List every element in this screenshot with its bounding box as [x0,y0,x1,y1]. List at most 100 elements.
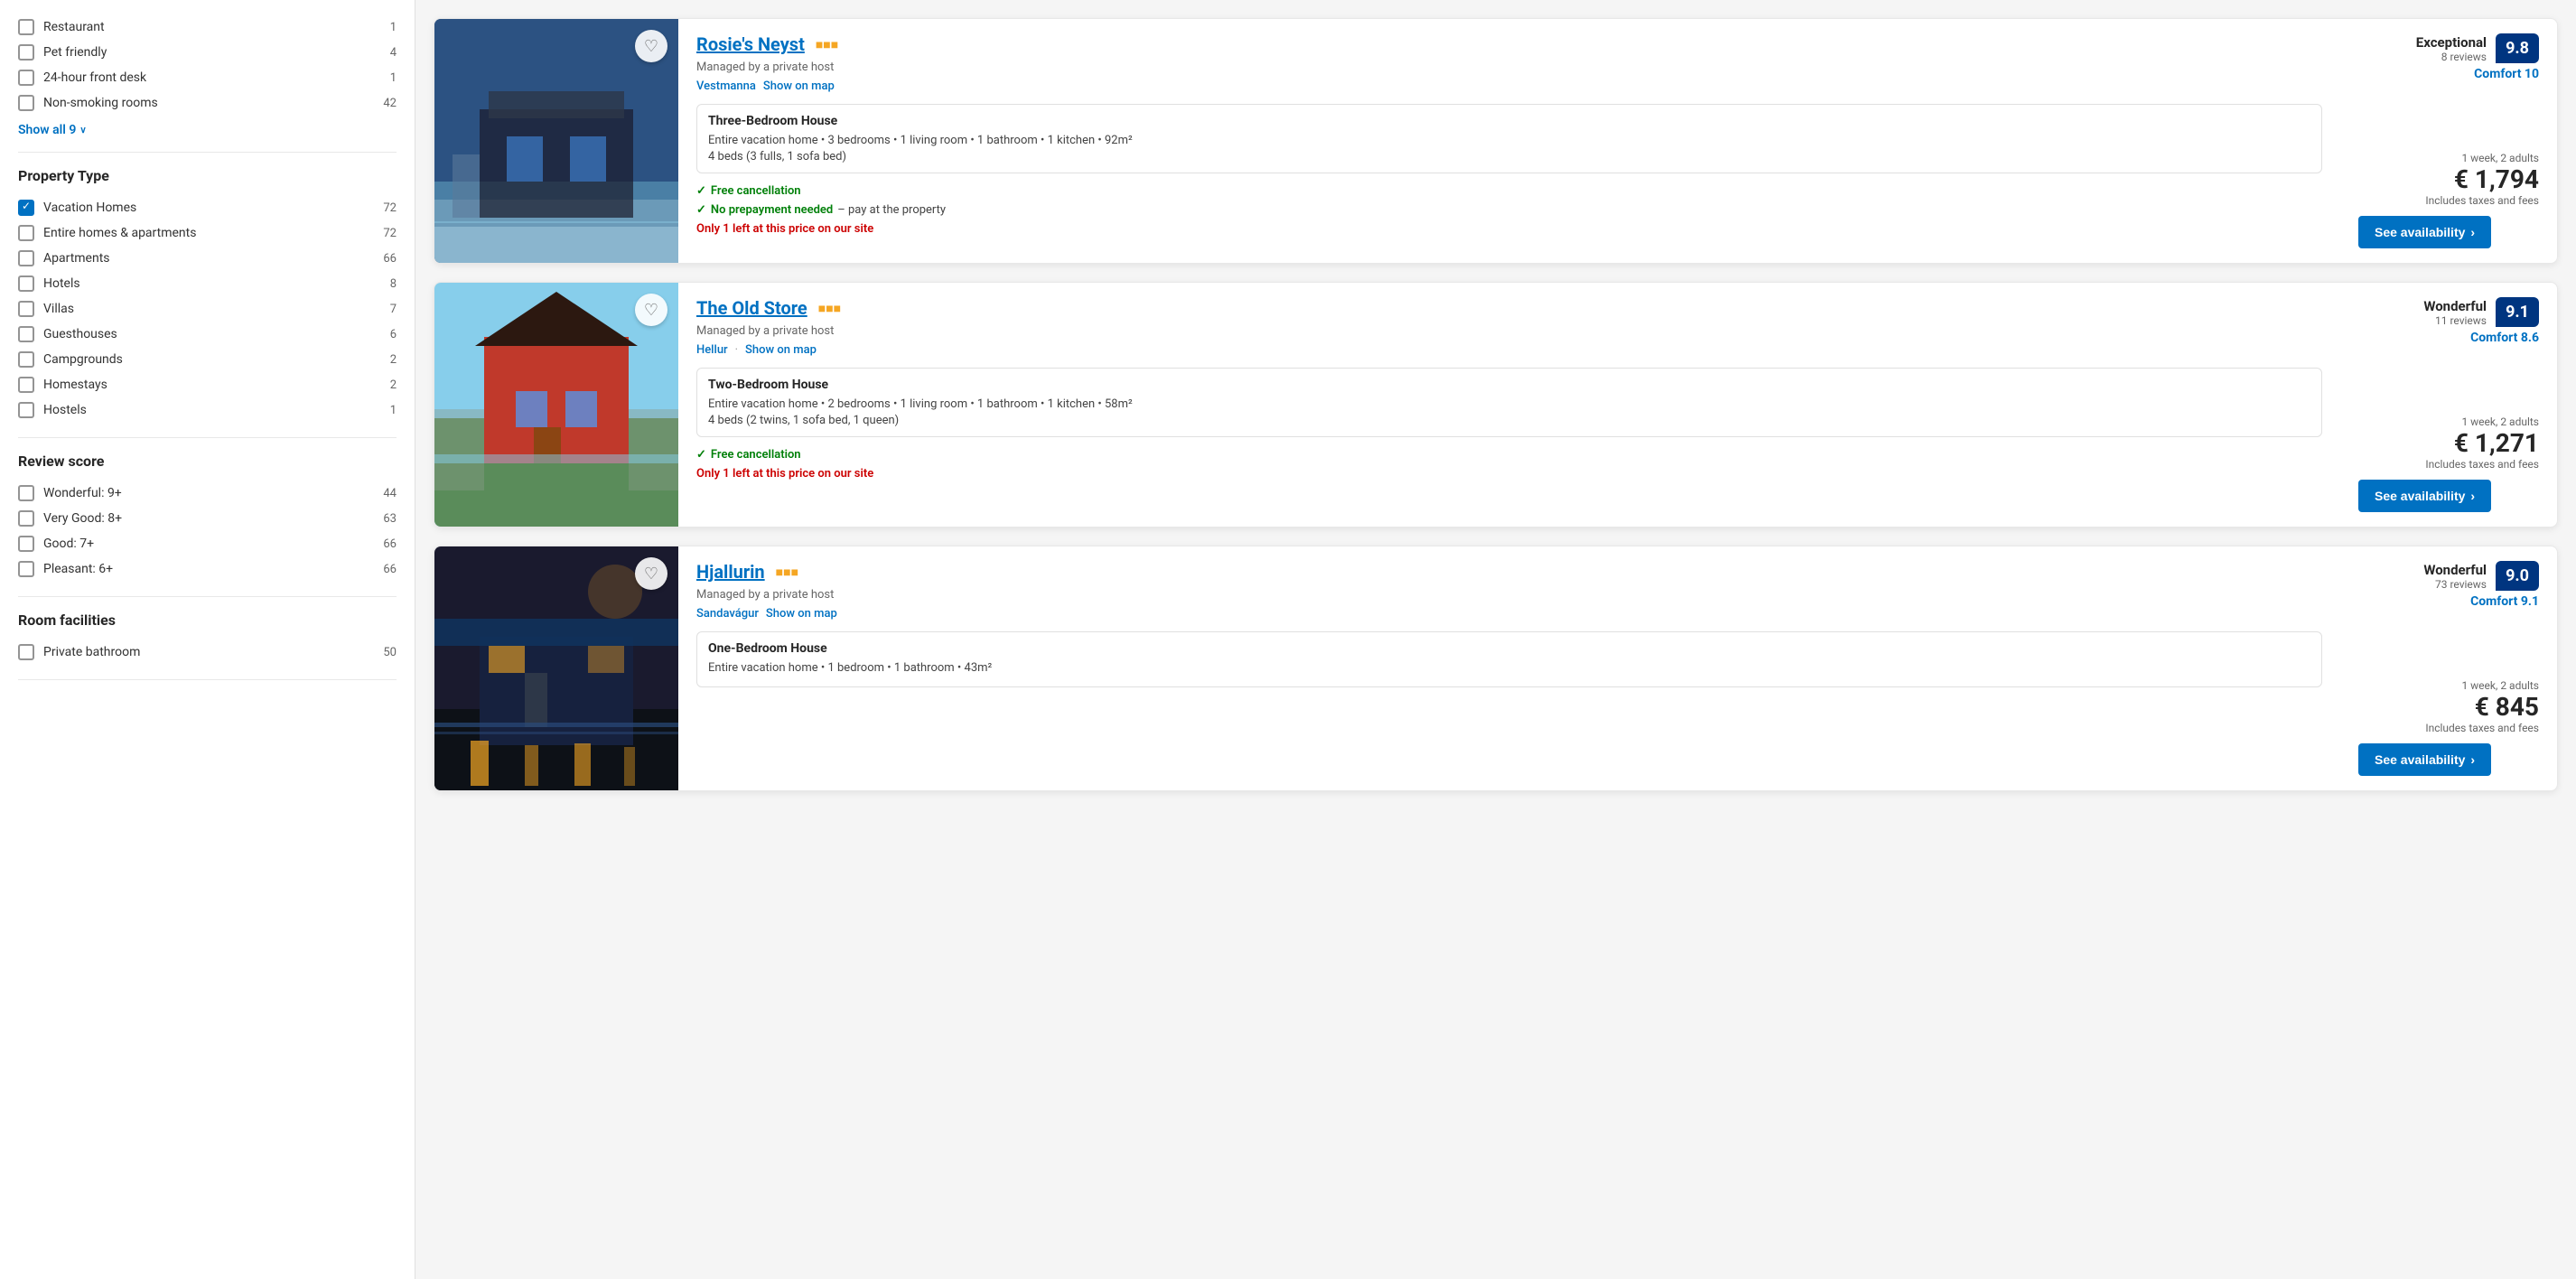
checkbox-pleasant[interactable] [18,561,34,577]
filter-count-villas: 7 [390,303,397,316]
card-body-hjallurin: Hjallurin ■■■ Managed by a private host … [678,546,2340,790]
checkbox-non-smoking[interactable] [18,95,34,111]
filter-label-non-smoking: Non-smoking rooms [43,96,158,110]
filter-count-non-smoking: 42 [383,97,397,110]
arrow-right-icon: › [2470,225,2475,239]
score-top-hjallurin: Wonderful 73 reviews 9.0 [2423,561,2539,591]
checkbox-good[interactable] [18,536,34,552]
filter-homestays[interactable]: Homestays 2 [18,372,397,397]
filter-entire-homes[interactable]: Entire homes & apartments 72 [18,220,397,246]
room-type-box-rosies-neyst: Three-Bedroom House Entire vacation home… [696,104,2322,173]
checkbox-guesthouses[interactable] [18,326,34,342]
checkbox-entire-homes[interactable] [18,225,34,241]
show-all-amenities[interactable]: Show all 9 ∨ [18,123,397,137]
checkbox-private-bathroom[interactable] [18,644,34,660]
filter-very-good[interactable]: Very Good: 8+ 63 [18,506,397,531]
filter-count-hotels: 8 [390,277,397,291]
price-amount-rosies-neyst: € 1,794 [2358,164,2539,194]
filter-villas[interactable]: Villas 7 [18,296,397,322]
filter-good[interactable]: Good: 7+ 66 [18,531,397,556]
checkbox-24hour[interactable] [18,70,34,86]
property-name-hjallurin[interactable]: Hjallurin [696,561,765,583]
filter-24hour[interactable]: 24-hour front desk 1 [18,65,397,90]
show-on-map-hjallurin[interactable]: Show on map [766,607,837,621]
room-type-title-rosies-neyst: Three-Bedroom House [708,114,2310,128]
property-type-section: Property Type Vacation Homes 72 Entire h… [18,153,397,438]
checkbox-pet-friendly[interactable] [18,44,34,61]
checkbox-homestays[interactable] [18,377,34,393]
filter-wonderful[interactable]: Wonderful: 9+ 44 [18,481,397,506]
filter-label-entire-homes: Entire homes & apartments [43,226,196,240]
filter-label-homestays: Homestays [43,378,107,392]
filter-count-vacation-homes: 72 [383,201,397,215]
score-section-hjallurin: Wonderful 73 reviews 9.0 Comfort 9.1 [2358,561,2539,609]
checkbox-hotels[interactable] [18,275,34,292]
room-facilities-title: Room facilities [18,611,397,629]
show-on-map-rosies-neyst[interactable]: Show on map [763,79,835,93]
filter-restaurant[interactable]: Restaurant 1 [18,14,397,40]
amenities-section: Restaurant 1 Pet friendly 4 24-hour fron… [18,0,397,153]
filter-count-wonderful: 44 [383,487,397,500]
checkbox-hostels[interactable] [18,402,34,418]
managed-by-hjallurin: Managed by a private host [696,588,2322,602]
see-availability-rosies-neyst[interactable]: See availability › [2358,216,2491,248]
room-type-box-hjallurin: One-Bedroom House Entire vacation home •… [696,631,2322,687]
score-top-old-store: Wonderful 11 reviews 9.1 [2423,297,2539,327]
room-beds-old-store: 4 beds (2 twins, 1 sofa bed, 1 queen) [708,414,2310,427]
checkbox-apartments[interactable] [18,250,34,266]
score-badge-old-store: 9.1 [2496,297,2539,327]
location-rosies-neyst[interactable]: Vestmanna [696,79,756,93]
free-cancel-rosies-neyst: Free cancellation [696,184,2322,198]
filter-apartments[interactable]: Apartments 66 [18,246,397,271]
score-badge-hjallurin: 9.0 [2496,561,2539,591]
filter-count-24hour: 1 [390,71,397,85]
show-on-map-old-store[interactable]: Show on map [745,343,817,357]
see-availability-old-store[interactable]: See availability › [2358,480,2491,512]
favorite-button-hjallurin[interactable]: ♡ [635,557,667,590]
price-period-hjallurin: 1 week, 2 adults [2358,679,2539,692]
arrow-right-icon-2: › [2470,489,2475,503]
only-left-rosies-neyst: Only 1 left at this price on our site [696,222,2322,236]
see-availability-label-old-store: See availability [2375,489,2465,503]
filter-vacation-homes[interactable]: Vacation Homes 72 [18,195,397,220]
favorite-button-rosies-neyst[interactable]: ♡ [635,30,667,62]
checkbox-wonderful[interactable] [18,485,34,501]
filter-guesthouses[interactable]: Guesthouses 6 [18,322,397,347]
filter-count-good: 66 [383,537,397,551]
sidebar: Restaurant 1 Pet friendly 4 24-hour fron… [0,0,415,1279]
favorite-button-old-store[interactable]: ♡ [635,294,667,326]
filter-pet-friendly[interactable]: Pet friendly 4 [18,40,397,65]
filter-non-smoking[interactable]: Non-smoking rooms 42 [18,90,397,116]
checkbox-vacation-homes[interactable] [18,200,34,216]
free-cancel-old-store: Free cancellation [696,448,2322,462]
room-facilities-section: Room facilities Private bathroom 50 [18,597,397,680]
filter-hostels[interactable]: Hostels 1 [18,397,397,423]
filter-label-villas: Villas [43,302,74,316]
see-availability-label-rosies-neyst: See availability [2375,225,2465,239]
filter-private-bathroom[interactable]: Private bathroom 50 [18,640,397,665]
checkbox-very-good[interactable] [18,510,34,527]
filter-campgrounds[interactable]: Campgrounds 2 [18,347,397,372]
score-section-old-store: Wonderful 11 reviews 9.1 Comfort 8.6 [2358,297,2539,345]
filter-count-apartments: 66 [383,252,397,266]
checkbox-villas[interactable] [18,301,34,317]
score-reviews-hjallurin: 73 reviews [2423,578,2487,591]
page-layout: Restaurant 1 Pet friendly 4 24-hour fron… [0,0,2576,1279]
no-prepay-sub-rosies-neyst: – pay at the property [837,203,946,217]
price-taxes-hjallurin: Includes taxes and fees [2358,722,2539,734]
property-name-old-store[interactable]: The Old Store [696,297,807,319]
location-hjallurin[interactable]: Sandavágur [696,607,759,621]
location-old-store[interactable]: Hellur [696,343,728,357]
property-stars-hjallurin: ■■■ [776,565,798,580]
filter-count-pleasant: 66 [383,563,397,576]
filter-label-restaurant: Restaurant [43,20,105,34]
property-name-rosies-neyst[interactable]: Rosie's Neyst [696,33,805,55]
checkbox-restaurant[interactable] [18,19,34,35]
see-availability-hjallurin[interactable]: See availability › [2358,743,2491,776]
filter-pleasant[interactable]: Pleasant: 6+ 66 [18,556,397,582]
checkbox-campgrounds[interactable] [18,351,34,368]
property-card-old-store: ♡ The Old Store ■■■ Managed by a private… [434,282,2558,527]
filter-hotels[interactable]: Hotels 8 [18,271,397,296]
property-image-hjallurin: ♡ [434,546,678,790]
filter-label-apartments: Apartments [43,251,110,266]
